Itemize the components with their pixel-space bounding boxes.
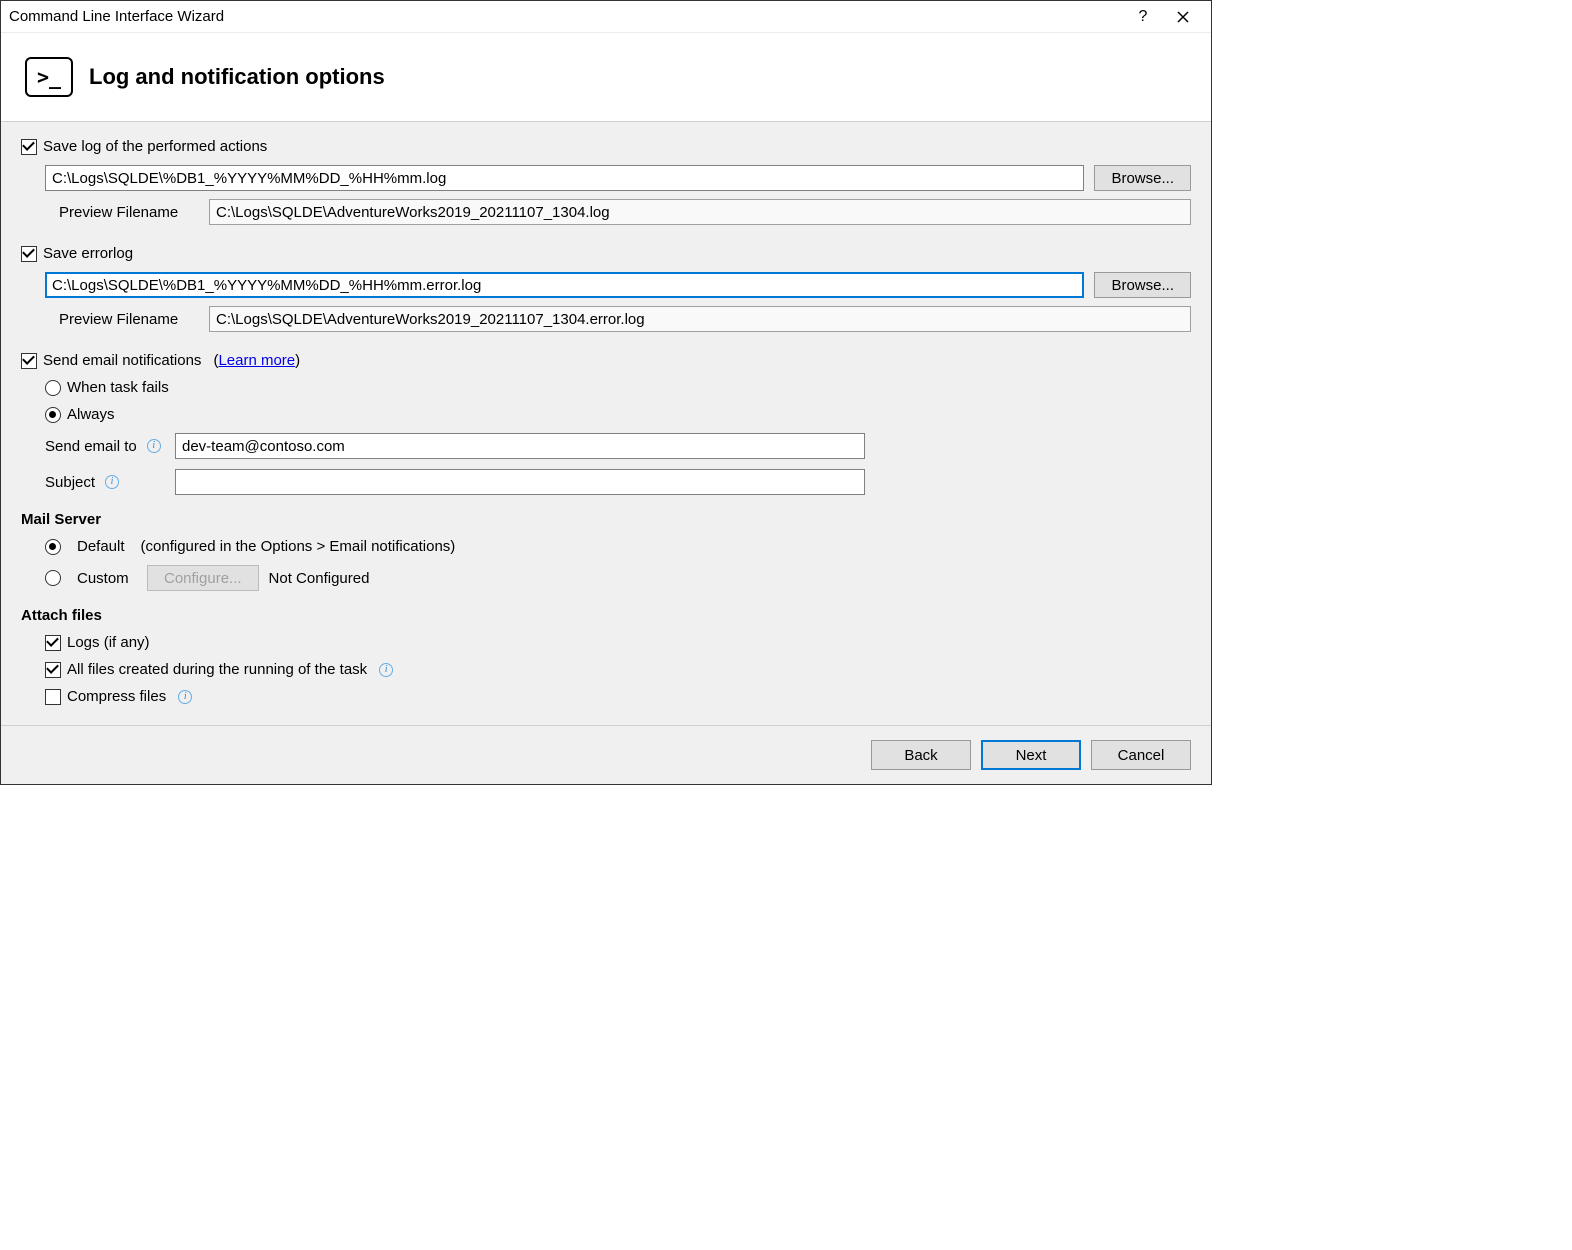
send-email-checkbox[interactable] (21, 353, 37, 369)
compress-checkbox[interactable] (45, 689, 61, 705)
subject-label: Subject i (45, 474, 165, 491)
content-area: Save log of the performed actions Browse… (1, 122, 1211, 725)
send-to-input[interactable] (175, 433, 865, 459)
titlebar: Command Line Interface Wizard ? (1, 1, 1211, 33)
page-title: Log and notification options (89, 64, 385, 90)
attach-allfiles-checkbox[interactable] (45, 662, 61, 678)
errorlog-browse-button[interactable]: Browse... (1094, 272, 1191, 298)
attach-logs-checkbox[interactable] (45, 635, 61, 651)
next-button[interactable]: Next (981, 740, 1081, 770)
mailserver-default-radio[interactable] (45, 539, 61, 555)
when-fails-label[interactable]: When task fails (67, 379, 169, 396)
mailserver-custom-label[interactable]: Custom (77, 570, 137, 587)
save-errorlog-section: Save errorlog Browse... Preview Filename… (21, 245, 1191, 332)
terminal-icon: >_ (25, 57, 73, 97)
log-browse-button[interactable]: Browse... (1094, 165, 1191, 191)
mail-server-heading: Mail Server (21, 511, 1191, 528)
errorlog-preview-label: Preview Filename (59, 311, 199, 328)
attach-allfiles-label[interactable]: All files created during the running of … (67, 661, 367, 678)
window-title: Command Line Interface Wizard (9, 8, 1123, 25)
attach-logs-label[interactable]: Logs (if any) (67, 634, 150, 651)
send-to-label: Send email to i (45, 438, 165, 455)
configure-button: Configure... (147, 565, 259, 591)
mailserver-custom-radio[interactable] (45, 570, 61, 586)
close-button[interactable] (1163, 3, 1203, 31)
errorlog-preview-value: C:\Logs\SQLDE\AdventureWorks2019_2021110… (209, 306, 1191, 332)
mailserver-default-note: (configured in the Options > Email notif… (141, 538, 456, 555)
compress-label[interactable]: Compress files (67, 688, 166, 705)
wizard-window: Command Line Interface Wizard ? >_ Log a… (0, 0, 1212, 785)
email-section: Send email notifications (Learn more) Wh… (21, 352, 1191, 705)
learn-more-wrap: (Learn more) (213, 352, 300, 369)
log-preview-value: C:\Logs\SQLDE\AdventureWorks2019_2021110… (209, 199, 1191, 225)
back-button[interactable]: Back (871, 740, 971, 770)
always-radio[interactable] (45, 407, 61, 423)
mailserver-custom-status: Not Configured (269, 570, 370, 587)
errorlog-path-input[interactable] (45, 272, 1084, 298)
help-button[interactable]: ? (1123, 3, 1163, 31)
page-header: >_ Log and notification options (1, 33, 1211, 122)
info-icon[interactable]: i (105, 475, 119, 489)
info-icon[interactable]: i (178, 690, 192, 704)
save-log-label[interactable]: Save log of the performed actions (43, 138, 267, 155)
info-icon[interactable]: i (147, 439, 161, 453)
attach-heading: Attach files (21, 607, 1191, 624)
learn-more-link[interactable]: Learn more (218, 352, 295, 369)
save-errorlog-label[interactable]: Save errorlog (43, 245, 133, 262)
always-label[interactable]: Always (67, 406, 115, 423)
footer: Back Next Cancel (1, 725, 1211, 784)
send-email-label[interactable]: Send email notifications (43, 352, 201, 369)
save-log-section: Save log of the performed actions Browse… (21, 138, 1191, 225)
mailserver-default-label[interactable]: Default (77, 538, 125, 555)
when-fails-radio[interactable] (45, 380, 61, 396)
close-icon (1177, 11, 1189, 23)
cancel-button[interactable]: Cancel (1091, 740, 1191, 770)
info-icon[interactable]: i (379, 663, 393, 677)
log-path-input[interactable] (45, 165, 1084, 191)
save-errorlog-checkbox[interactable] (21, 246, 37, 262)
log-preview-label: Preview Filename (59, 204, 199, 221)
save-log-checkbox[interactable] (21, 139, 37, 155)
subject-input[interactable] (175, 469, 865, 495)
